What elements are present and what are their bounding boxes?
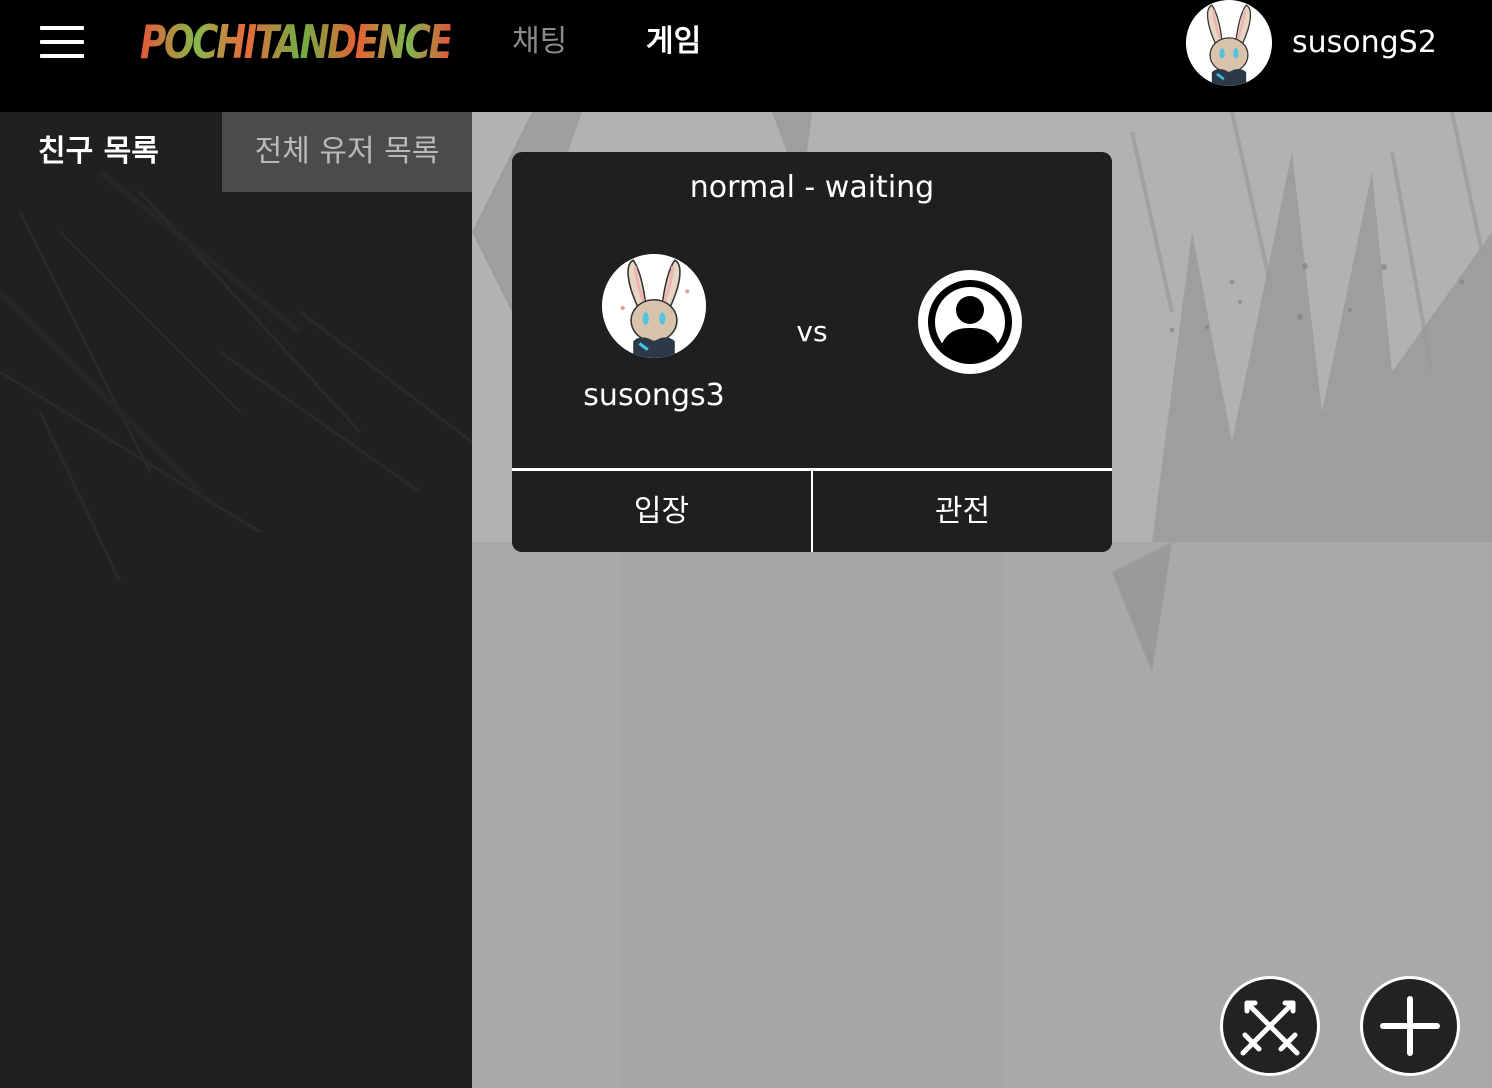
room-title: normal - waiting <box>689 170 935 205</box>
plus-icon <box>1380 996 1440 1056</box>
vs-label: vs <box>796 315 828 348</box>
top-header: POCHITANDENCE 채팅 게임 susongS2 <box>0 0 1492 112</box>
nav-tab-chat[interactable]: 채팅 <box>512 22 567 62</box>
match-button[interactable] <box>1220 976 1320 1076</box>
player1-name: susongs3 <box>583 378 725 413</box>
user-avatar[interactable] <box>1186 0 1272 86</box>
crossed-swords-icon <box>1240 1000 1300 1056</box>
player1-avatar <box>602 254 706 358</box>
create-room-button[interactable] <box>1360 976 1460 1076</box>
bunny-avatar-icon <box>1186 0 1272 86</box>
tab-friends-list[interactable]: 친구 목록 <box>0 112 222 192</box>
friends-sidebar: 친구 목록 전체 유저 목록 <box>0 112 472 1088</box>
app-logo[interactable]: POCHITANDENCE <box>140 14 453 70</box>
hamburger-menu-icon[interactable] <box>36 22 88 62</box>
user-circle-icon <box>918 270 1022 374</box>
sidebar-background-texture <box>0 169 472 583</box>
game-room-card: normal - waiting susongs3 vs 입장 관전 <box>512 152 1112 552</box>
game-room-area: normal - waiting susongs3 vs 입장 관전 <box>472 112 1492 1088</box>
user-name[interactable]: susongS2 <box>1292 22 1437 64</box>
nav-tab-game[interactable]: 게임 <box>646 22 701 62</box>
app-root: POCHITANDENCE 채팅 게임 susongS2 친구 목록 전체 유저… <box>0 0 1492 1088</box>
enter-button[interactable]: 입장 <box>512 471 813 552</box>
player2-empty-slot <box>918 270 1022 374</box>
room-actions: 입장 관전 <box>512 468 1112 552</box>
bunny-avatar-icon <box>602 254 706 358</box>
tab-all-users-list[interactable]: 전체 유저 목록 <box>222 112 472 192</box>
spectate-button[interactable]: 관전 <box>813 471 1112 552</box>
